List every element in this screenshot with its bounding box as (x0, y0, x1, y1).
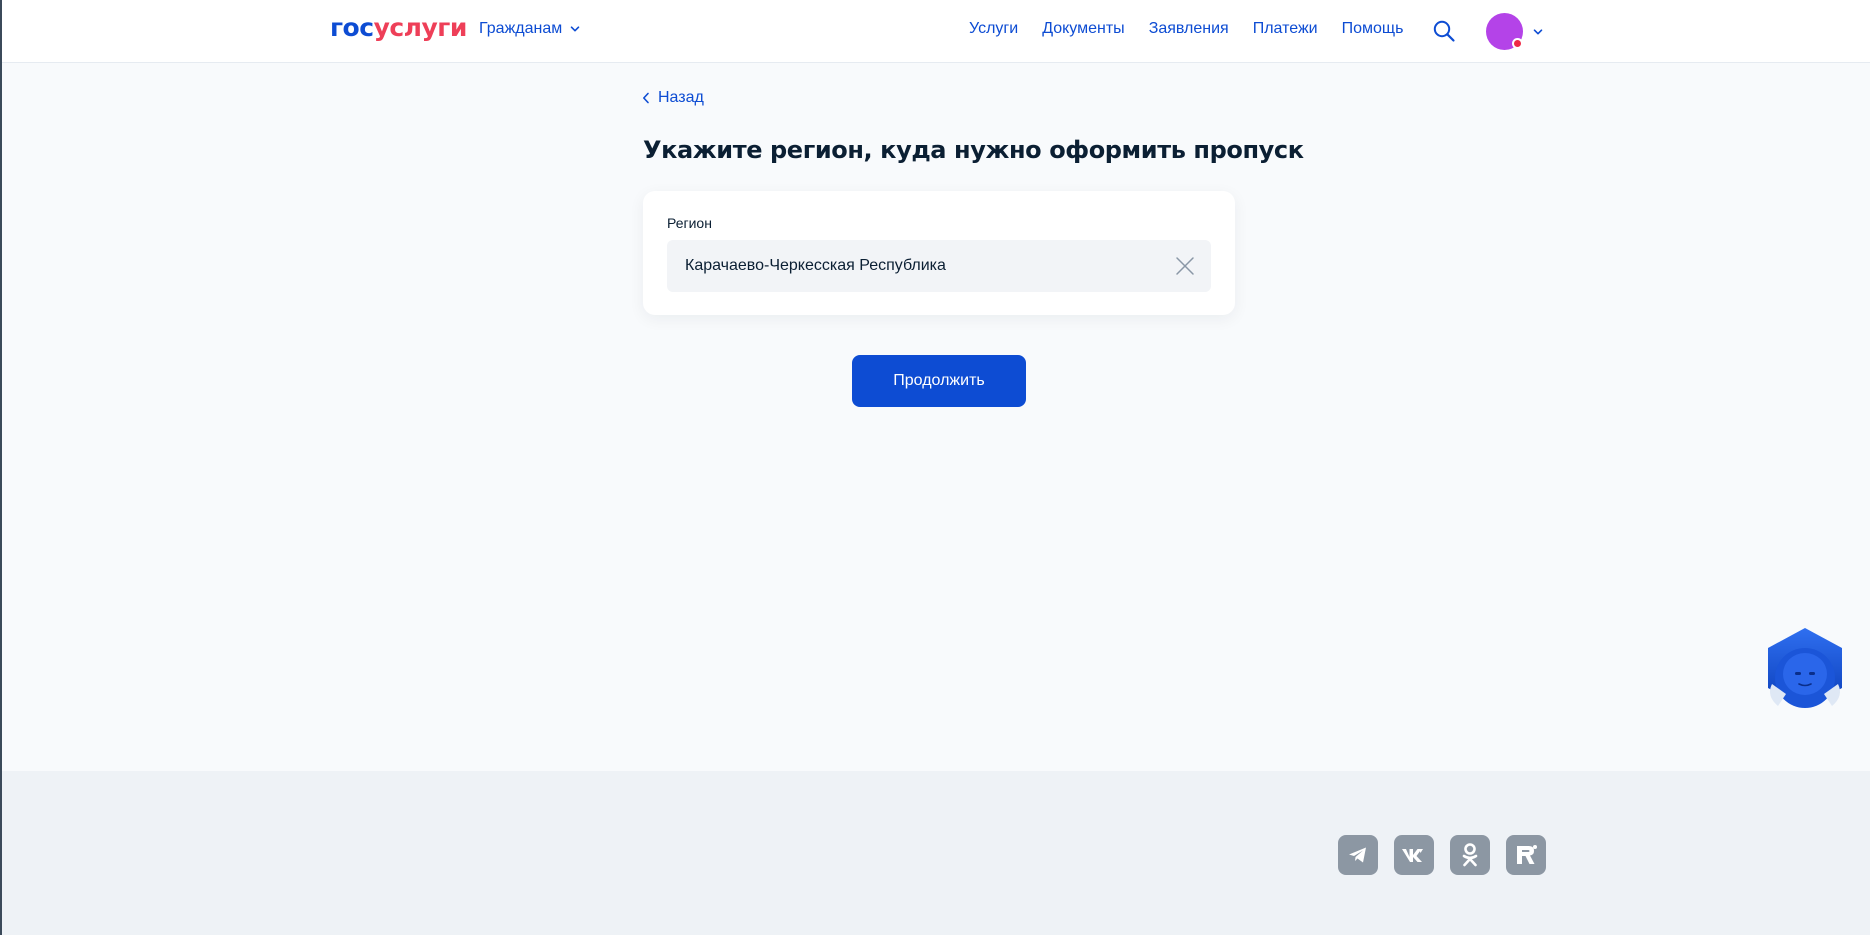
telegram-glyph (1349, 847, 1366, 863)
audience-label: Гражданам (479, 20, 563, 37)
search-icon[interactable] (1432, 19, 1456, 43)
nav-item-payments[interactable]: Платежи (1253, 20, 1318, 38)
back-label: Назад (658, 89, 704, 106)
region-card: Регион Карачаево-Черкесская Республика (643, 191, 1235, 315)
logo-part-uslugi: услуги (373, 13, 468, 42)
assistant-robot-icon[interactable] (1762, 626, 1848, 718)
region-input[interactable]: Карачаево-Черкесская Республика (667, 240, 1211, 292)
nav-item-documents[interactable]: Документы (1042, 20, 1124, 38)
region-label: Регион (667, 215, 712, 231)
rutube-icon[interactable] (1506, 835, 1546, 875)
page: госуслуги Гражданам Услуги Документы Зая… (0, 0, 1870, 935)
chevron-left-icon (643, 92, 649, 104)
nav-item-help[interactable]: Помощь (1342, 20, 1404, 38)
odnoklassniki-glyph (1462, 843, 1478, 867)
region-value: Карачаево-Черкесская Республика (685, 257, 946, 274)
chevron-down-icon (1533, 28, 1543, 34)
audience-dropdown[interactable]: Гражданам (479, 20, 580, 38)
social-links (1338, 835, 1546, 875)
back-link[interactable]: Назад (642, 89, 704, 107)
gosuslugi-logo[interactable]: госуслуги (330, 13, 467, 42)
rutube-glyph (1517, 845, 1537, 864)
telegram-icon[interactable] (1338, 835, 1378, 875)
close-icon[interactable] (1175, 256, 1195, 276)
vk-glyph (1402, 849, 1423, 862)
footer (2, 771, 1870, 935)
odnoklassniki-icon[interactable] (1450, 835, 1490, 875)
profile-menu[interactable] (1486, 13, 1543, 50)
nav-item-services[interactable]: Услуги (969, 20, 1018, 38)
main-nav: Услуги Документы Заявления Платежи Помощ… (969, 20, 1403, 38)
vk-icon[interactable] (1394, 835, 1434, 875)
continue-button[interactable]: Продолжить (852, 355, 1026, 407)
chevron-down-icon (570, 26, 580, 32)
notification-dot (1512, 38, 1523, 49)
avatar (1486, 13, 1523, 50)
header: госуслуги Гражданам Услуги Документы Зая… (2, 0, 1870, 63)
page-title: Укажите регион, куда нужно оформить проп… (643, 136, 1304, 164)
logo-part-gos: гос (330, 13, 374, 42)
nav-item-applications[interactable]: Заявления (1149, 20, 1229, 38)
